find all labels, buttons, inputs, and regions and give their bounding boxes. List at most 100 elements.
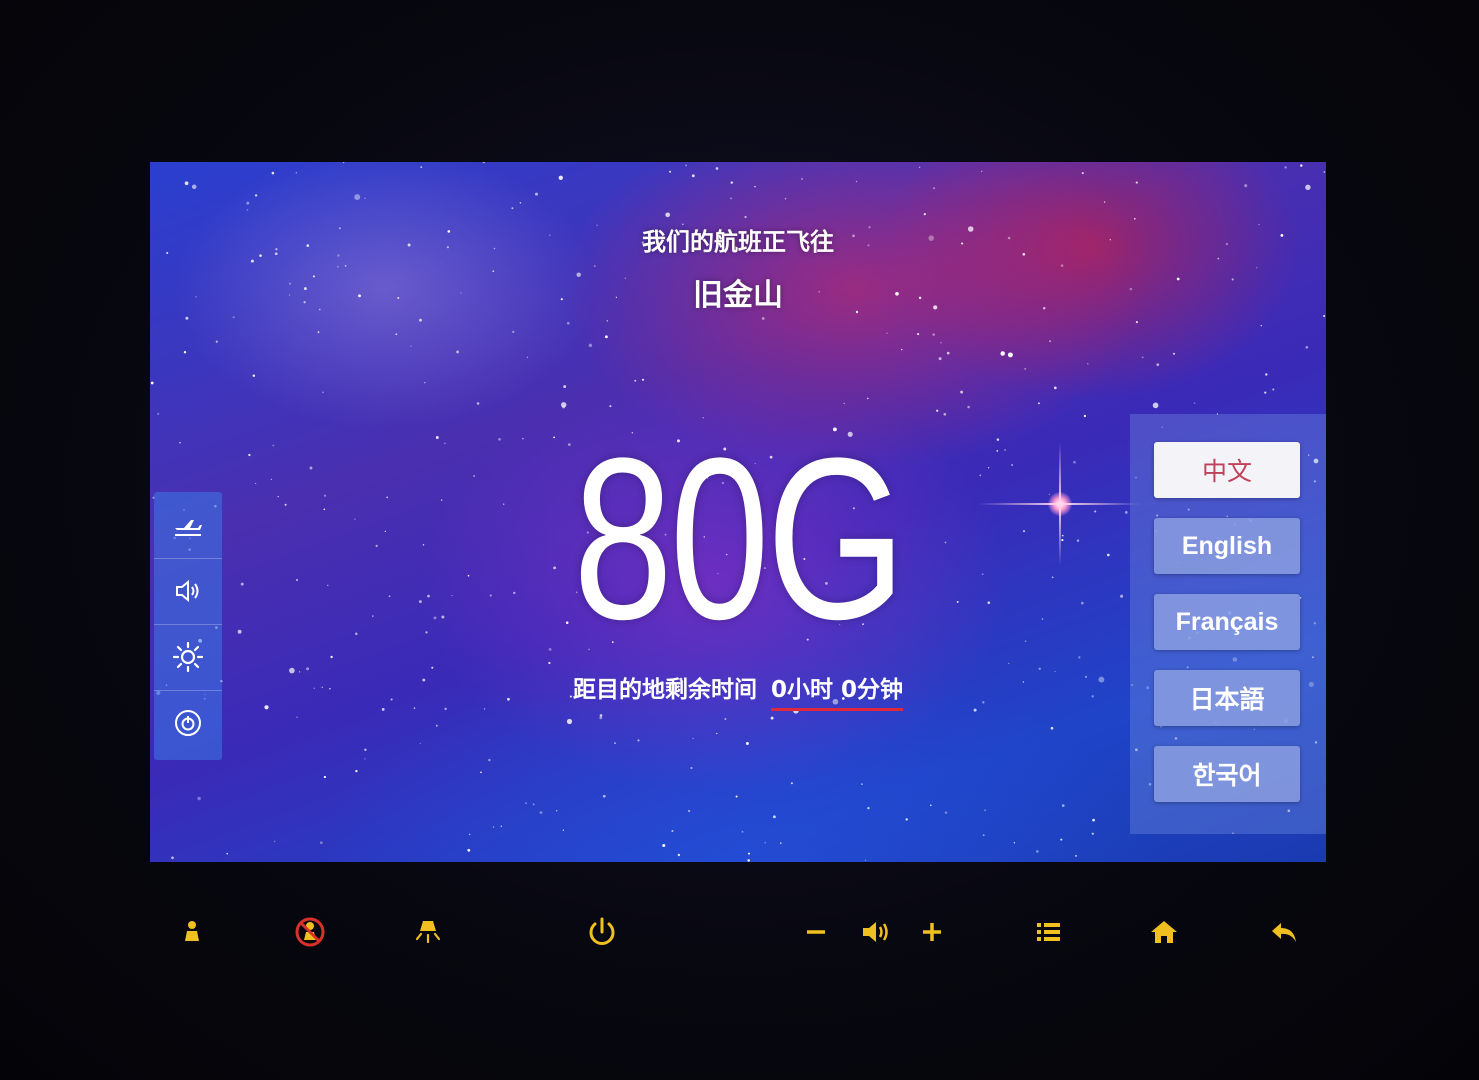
star [512, 330, 515, 334]
home-button[interactable] [1144, 912, 1184, 952]
flight-info-button[interactable] [154, 492, 222, 559]
star [468, 833, 471, 836]
star [1265, 373, 1268, 376]
back-button[interactable] [1264, 912, 1304, 952]
language-korean-button[interactable]: 한국어 [1154, 746, 1300, 802]
star [864, 859, 867, 861]
star [637, 739, 640, 742]
star [492, 826, 495, 828]
star [1091, 832, 1094, 835]
language-french-button[interactable]: Français [1154, 594, 1300, 650]
star [946, 351, 950, 355]
star [715, 167, 719, 170]
screen-power-button[interactable] [154, 690, 222, 756]
volume-up-button[interactable] [912, 912, 952, 952]
star [526, 356, 529, 358]
star [419, 318, 422, 322]
star [215, 340, 218, 343]
star [364, 758, 366, 760]
star [296, 716, 298, 719]
star [960, 390, 964, 394]
star [867, 397, 869, 400]
star [456, 350, 460, 354]
star [614, 742, 616, 745]
star [784, 198, 787, 200]
star [747, 852, 751, 855]
star [1141, 356, 1144, 359]
power-button[interactable] [582, 912, 622, 952]
star [641, 378, 645, 381]
star [246, 201, 250, 205]
star [980, 170, 983, 173]
star [246, 209, 249, 211]
star [342, 162, 345, 164]
reading-light-button[interactable] [408, 912, 448, 952]
language-chinese-button[interactable]: 中文 [1154, 442, 1300, 498]
star [745, 742, 749, 745]
star [395, 333, 398, 336]
star [593, 265, 596, 267]
star [1087, 363, 1089, 365]
star [1061, 804, 1065, 807]
star [690, 766, 693, 770]
star [476, 402, 480, 405]
brightness-button[interactable] [154, 624, 222, 691]
star [183, 350, 187, 354]
star [185, 316, 189, 320]
star [609, 405, 612, 408]
star-flare [978, 442, 1142, 566]
star [539, 811, 543, 815]
star [424, 382, 426, 384]
star [801, 177, 804, 180]
attendant-call-button[interactable] [172, 912, 212, 952]
star [1305, 345, 1309, 349]
flight-heading: 我们的航班正飞往 [642, 228, 834, 256]
star [295, 172, 297, 174]
star [1037, 402, 1040, 405]
side-menu [154, 492, 222, 760]
star [692, 737, 694, 740]
language-japanese-button[interactable]: 日本語 [1154, 670, 1300, 726]
star [855, 180, 858, 183]
star [729, 197, 733, 200]
language-english-button[interactable]: English [1154, 518, 1300, 574]
star [724, 717, 727, 721]
star [1244, 184, 1248, 188]
star [1305, 184, 1311, 190]
star [936, 409, 939, 412]
star [741, 830, 744, 833]
star [232, 316, 235, 319]
volume-button[interactable] [154, 558, 222, 625]
star [184, 181, 189, 186]
star [237, 629, 242, 634]
brightness-icon [172, 641, 204, 673]
star [336, 265, 339, 268]
star [790, 782, 793, 785]
star [435, 724, 438, 727]
star [944, 811, 948, 814]
star [322, 391, 324, 394]
star [252, 374, 255, 377]
star [323, 775, 327, 779]
star [330, 655, 333, 659]
star [319, 841, 323, 845]
star [716, 732, 718, 735]
attendant-call-cancel-button[interactable] [290, 912, 330, 952]
star [525, 802, 527, 804]
speaker-icon [863, 922, 888, 942]
menu-button[interactable] [1028, 912, 1068, 952]
star [940, 341, 942, 344]
star [344, 265, 347, 267]
star [1133, 217, 1136, 220]
volume-icon [176, 579, 199, 603]
star [248, 453, 251, 457]
volume-down-icon [807, 930, 825, 934]
star [1135, 321, 1138, 324]
star [482, 162, 486, 164]
star [770, 716, 774, 720]
volume-down-button[interactable] [796, 912, 836, 952]
star [677, 853, 681, 857]
star [665, 212, 671, 218]
star [254, 194, 258, 197]
destination-name: 旧金山 [693, 278, 783, 313]
